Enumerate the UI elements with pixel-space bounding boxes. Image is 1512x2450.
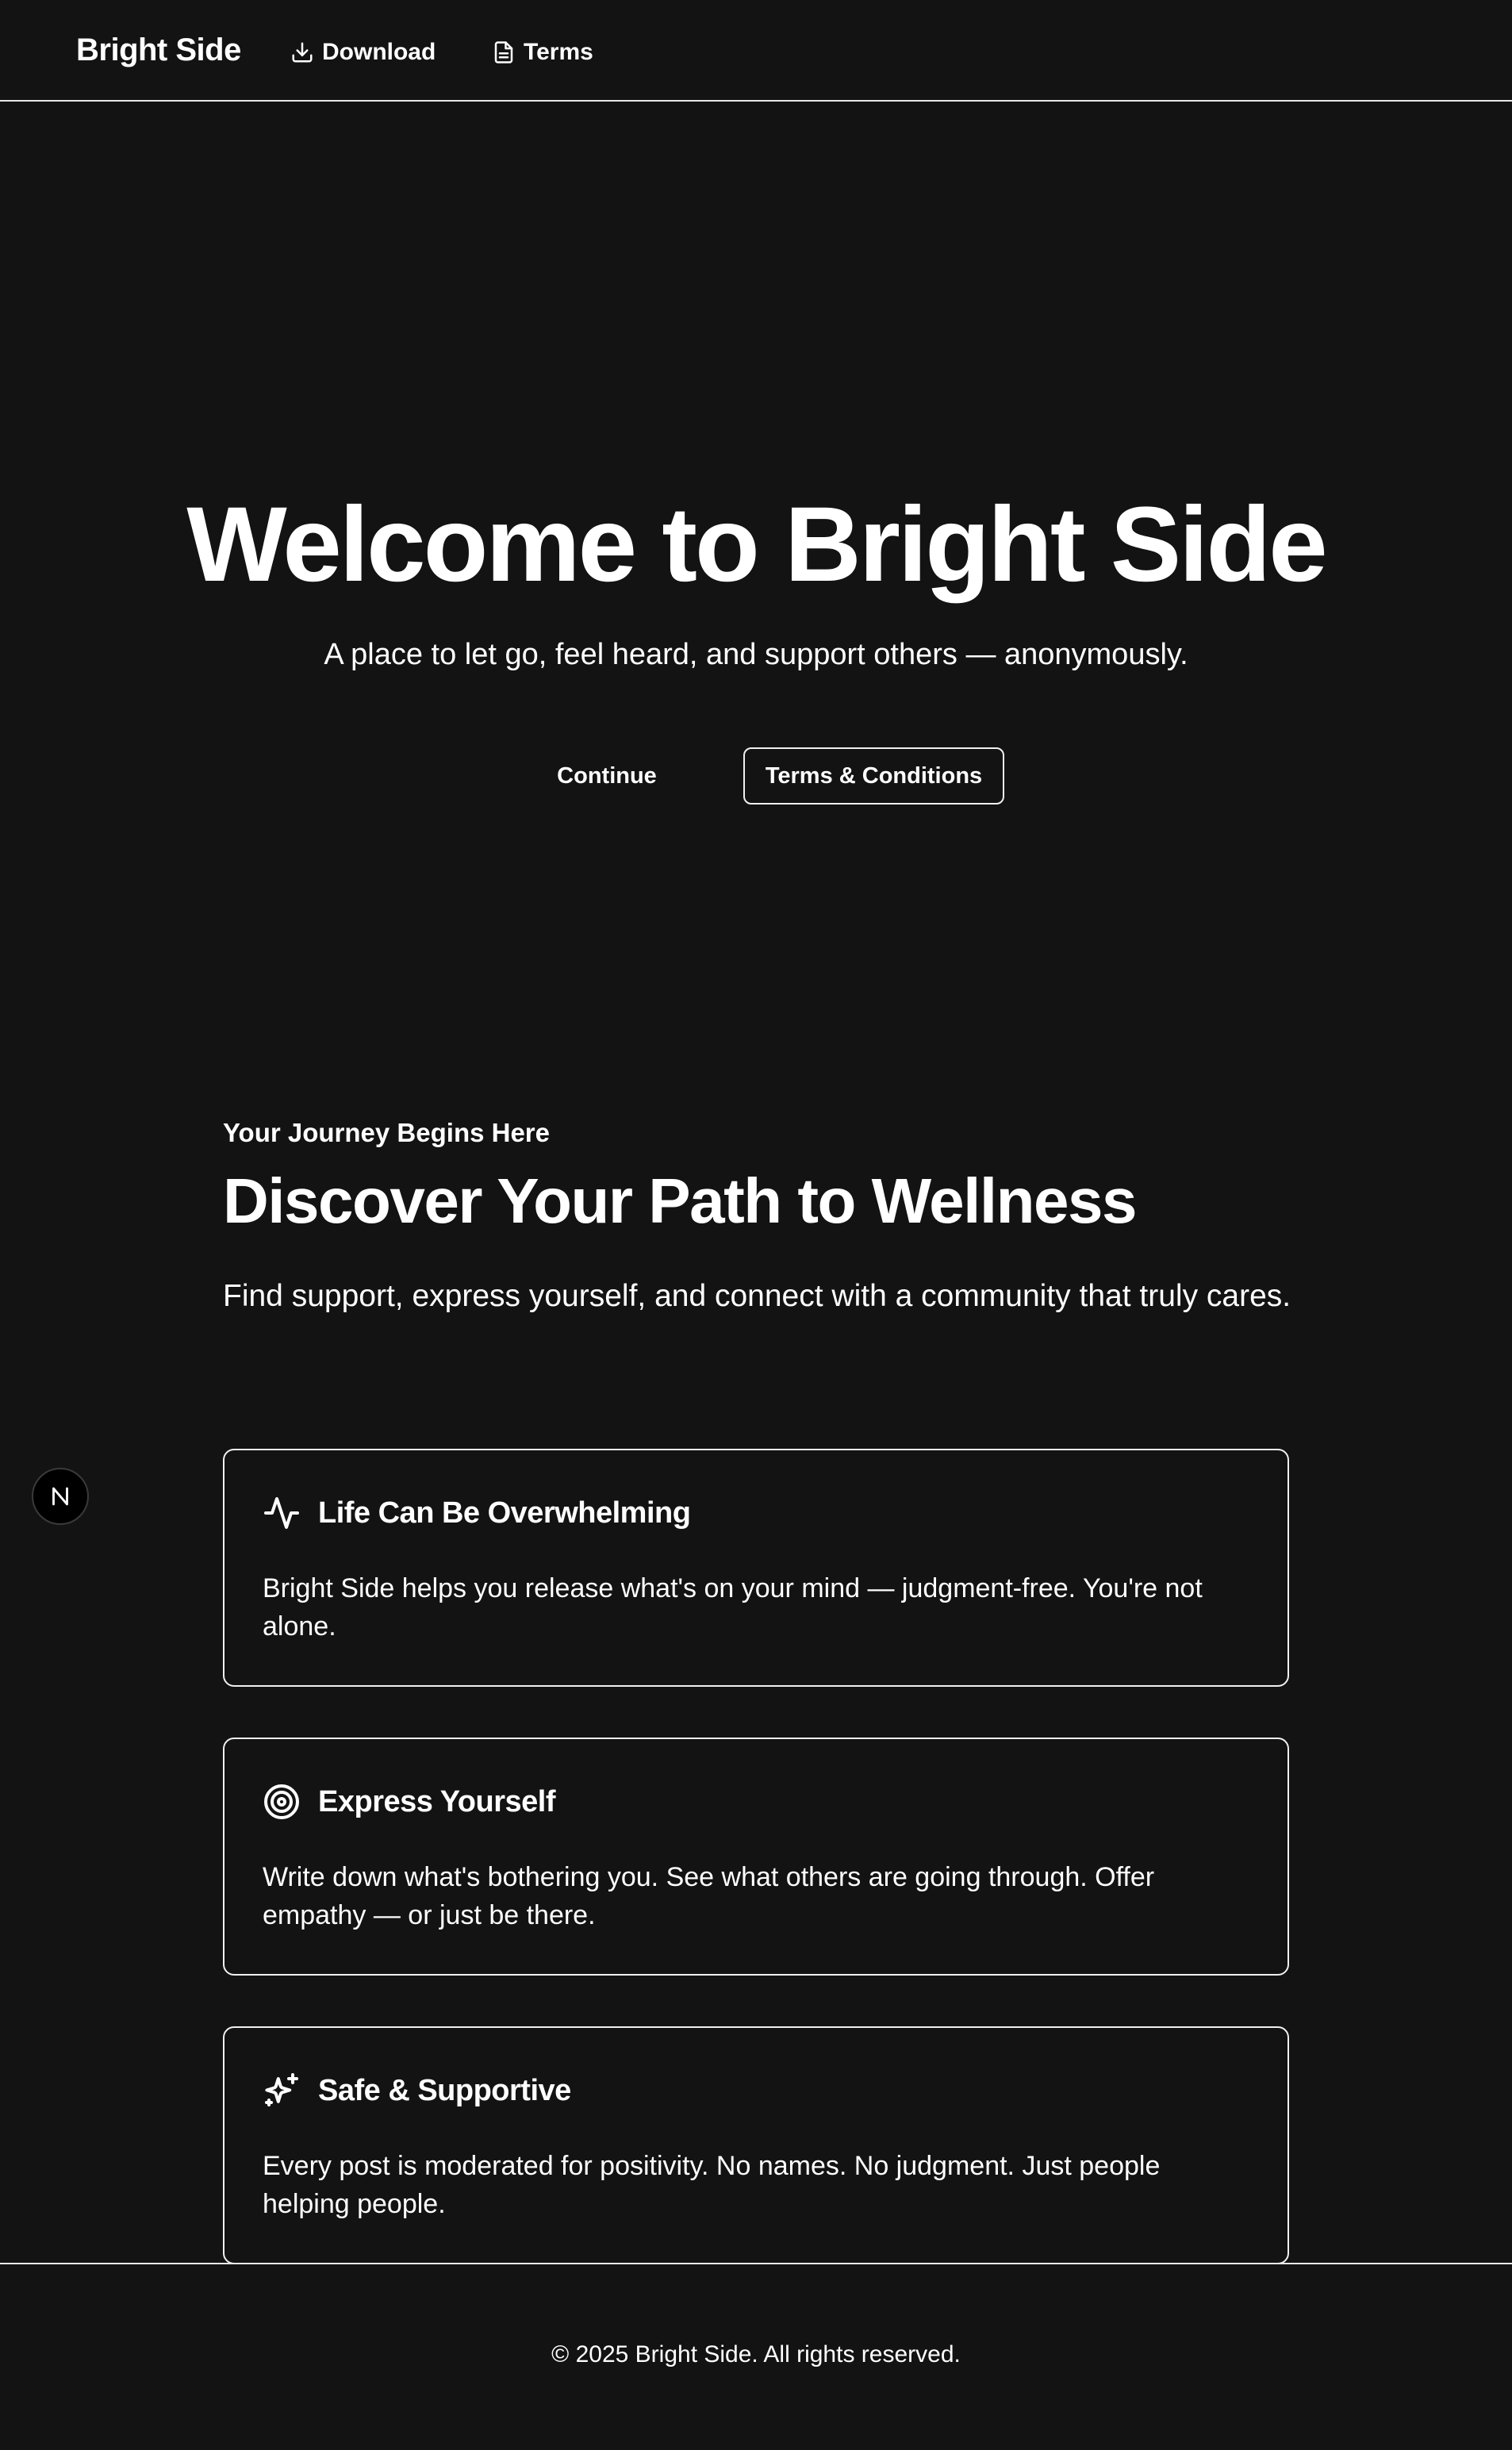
target-icon bbox=[264, 1784, 299, 1819]
feature-card-overwhelming: Life Can Be Overwhelming Bright Side hel… bbox=[223, 1449, 1289, 1687]
card-header: Safe & Supportive bbox=[263, 2071, 571, 2110]
pulse-icon bbox=[264, 1497, 299, 1529]
nav-terms-label: Terms bbox=[524, 39, 593, 65]
n-logo-icon bbox=[52, 1487, 68, 1506]
card-title: Safe & Supportive bbox=[318, 2074, 571, 2107]
site-header: Bright Side Download Terms bbox=[0, 0, 1512, 102]
feature-card-express: Express Yourself Write down what's bothe… bbox=[223, 1738, 1289, 1976]
card-title: Life Can Be Overwhelming bbox=[318, 1496, 691, 1530]
card-header: Express Yourself bbox=[263, 1782, 555, 1822]
download-icon bbox=[292, 42, 313, 63]
hero-title: Welcome to Bright Side bbox=[186, 486, 1327, 604]
document-icon bbox=[494, 41, 513, 63]
section-eyebrow: Your Journey Begins Here bbox=[223, 1118, 551, 1147]
footer-copyright: © 2025 Bright Side. All rights reserved. bbox=[551, 2341, 961, 2367]
nav-download-link[interactable]: Download bbox=[290, 35, 436, 70]
card-header: Life Can Be Overwhelming bbox=[263, 1493, 691, 1533]
hero-subtitle: A place to let go, feel heard, and suppo… bbox=[324, 638, 1188, 671]
nav-download-label: Download bbox=[322, 39, 436, 65]
terms-conditions-button[interactable]: Terms & Conditions bbox=[743, 747, 1004, 805]
section-description: Find support, express yourself, and conn… bbox=[223, 1279, 1291, 1313]
card-body: Bright Side helps you release what's on … bbox=[263, 1573, 1203, 1642]
card-title: Express Yourself bbox=[318, 1785, 555, 1818]
section-title: Discover Your Path to Wellness bbox=[223, 1165, 1137, 1236]
feature-card-safe: Safe & Supportive Every post is moderate… bbox=[223, 2026, 1289, 2264]
nav-terms-link[interactable]: Terms bbox=[492, 35, 593, 70]
sparkles-icon bbox=[265, 2073, 298, 2106]
brand-logo[interactable]: Bright Side bbox=[76, 30, 241, 70]
site-footer: © 2025 Bright Side. All rights reserved. bbox=[0, 2263, 1512, 2450]
n-badge-button[interactable] bbox=[32, 1468, 89, 1525]
card-body: Write down what's bothering you. See wha… bbox=[263, 1862, 1155, 1930]
continue-button[interactable]: Continue bbox=[533, 747, 681, 805]
card-body: Every post is moderated for positivity. … bbox=[263, 2151, 1161, 2219]
